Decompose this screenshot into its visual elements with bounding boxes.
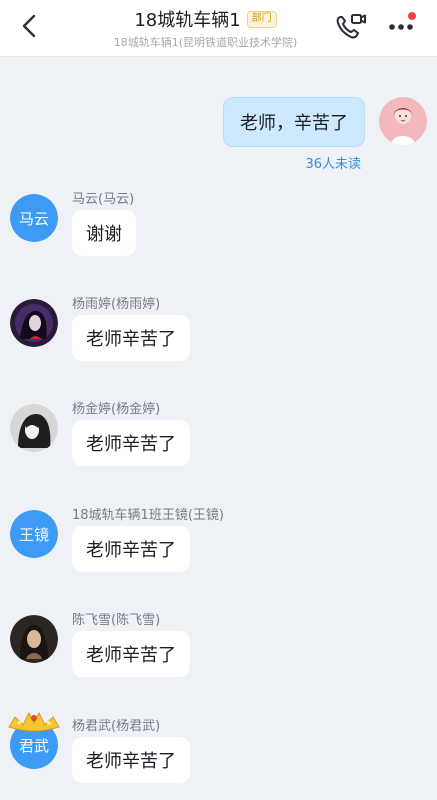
chat-subtitle: 18城轨车辆1(昆明铁道职业技术学院) — [113, 36, 298, 49]
unread-count-link[interactable]: 36人未读 — [305, 153, 361, 172]
avatar-photo-icon — [10, 299, 58, 347]
sender-name: 陈飞雪(陈飞雪) — [72, 613, 161, 628]
message-bubble[interactable]: 老师辛苦了 — [72, 526, 190, 572]
message-bubble[interactable]: 老师辛苦了 — [72, 737, 190, 783]
chat-title: 18城轨车辆1 — [134, 10, 241, 31]
notification-dot — [408, 12, 416, 20]
message-bubble[interactable]: 老师辛苦了 — [72, 631, 190, 677]
title-area[interactable]: 18城轨车辆1 部门 18城轨车辆1(昆明铁道职业技术学院) — [60, 6, 351, 50]
sender-name: 马云(马云) — [72, 192, 135, 207]
sender-name: 杨君武(杨君武) — [72, 719, 161, 734]
message-bubble[interactable]: 老师，辛苦了 — [223, 97, 365, 147]
avatar[interactable]: 马云 — [10, 194, 58, 242]
more-button[interactable] — [384, 12, 420, 42]
avatar-photo-icon — [10, 615, 58, 663]
chevron-left-icon — [22, 14, 36, 38]
department-badge: 部门 — [246, 10, 277, 28]
incoming-message: 杨金婷(杨金婷) 老师辛苦了 — [10, 402, 430, 500]
chat-header: 18城轨车辆1 部门 18城轨车辆1(昆明铁道职业技术学院) — [0, 0, 437, 57]
sender-name: 杨金婷(杨金婷) — [72, 402, 161, 417]
avatar[interactable] — [10, 615, 58, 663]
self-avatar[interactable] — [379, 97, 427, 145]
avatar-photo-icon — [379, 97, 427, 145]
video-call-icon — [336, 14, 366, 39]
message-bubble[interactable]: 谢谢 — [72, 210, 136, 256]
call-button[interactable] — [334, 12, 366, 42]
incoming-message: 杨雨婷(杨雨婷) 老师辛苦了 — [10, 297, 430, 395]
back-button[interactable] — [14, 10, 46, 42]
sender-name: 杨雨婷(杨雨婷) — [72, 297, 161, 312]
message-list[interactable]: 老师，辛苦了 36人未读 马云 马云(马云) 谢谢 杨雨婷(杨雨婷) 老师辛苦了… — [0, 57, 437, 800]
incoming-message: 陈飞雪(陈飞雪) 老师辛苦了 — [10, 613, 430, 711]
text-avatar: 马云 — [10, 194, 58, 242]
text-avatar: 王镜 — [10, 510, 58, 558]
message-bubble[interactable]: 老师辛苦了 — [72, 315, 190, 361]
sender-name: 18城轨车辆1班王镜(王镜) — [72, 508, 224, 523]
incoming-message: 王镜 18城轨车辆1班王镜(王镜) 老师辛苦了 — [10, 508, 430, 606]
avatar[interactable]: 王镜 — [10, 510, 58, 558]
avatar[interactable] — [10, 299, 58, 347]
avatar-photo-icon — [10, 404, 58, 452]
message-bubble[interactable]: 老师辛苦了 — [72, 420, 190, 466]
chat-screen: 18城轨车辆1 部门 18城轨车辆1(昆明铁道职业技术学院) 老师，辛苦了 36… — [0, 0, 437, 800]
avatar[interactable]: 君武 — [8, 711, 60, 769]
incoming-message: 君武 杨君武(杨君武) 老师辛苦了 — [8, 711, 430, 800]
incoming-message: 马云 马云(马云) 谢谢 — [10, 192, 430, 290]
crown-decoration-icon — [8, 711, 60, 732]
avatar[interactable] — [10, 404, 58, 452]
